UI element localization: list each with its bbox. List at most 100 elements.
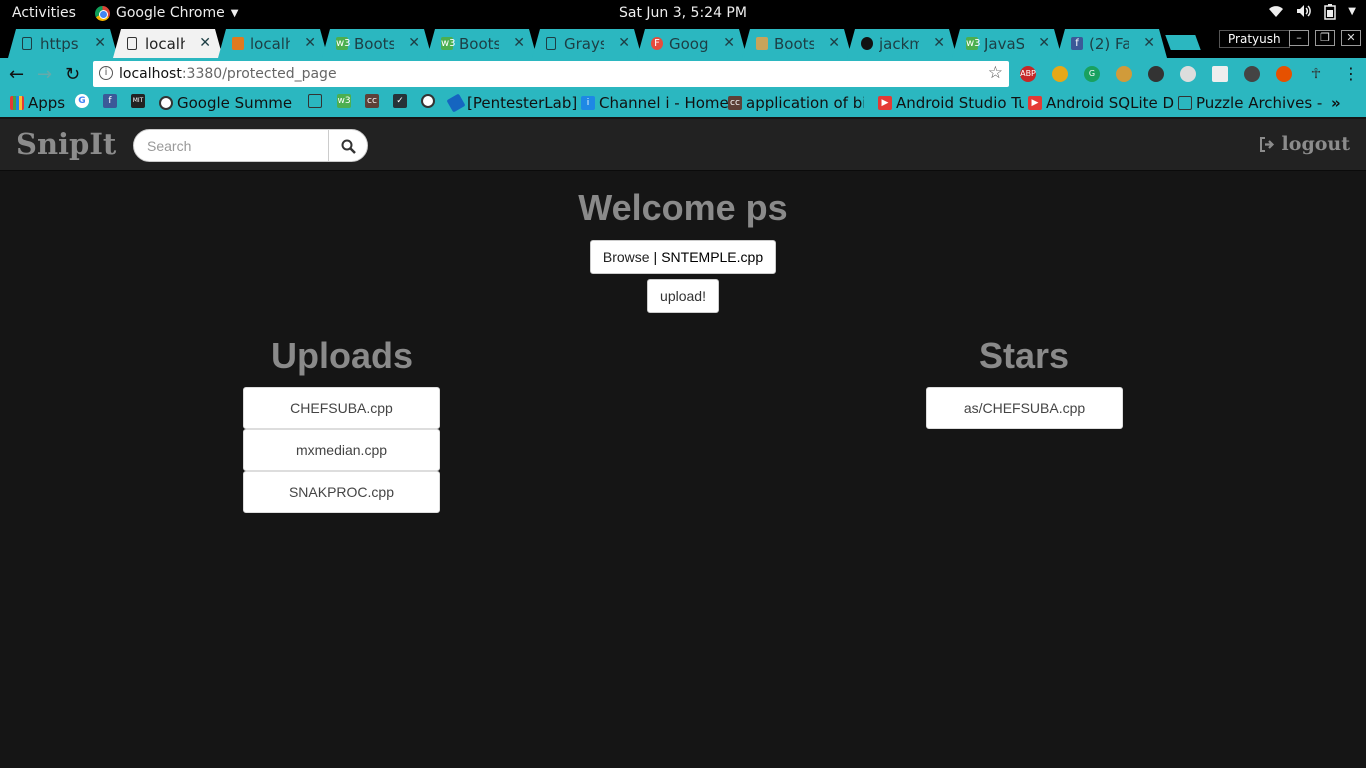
browser-tab[interactable]: F Google ✕ [637,29,747,58]
bookmark-spoj[interactable] [421,94,435,108]
bookmark-channel-i[interactable]: i Channel i - Home [581,94,729,112]
doc-icon [1178,96,1192,110]
url-text[interactable]: localhost:3380/protected_page [119,66,337,82]
facebook-icon: f [103,94,117,108]
bookmark-w3schools[interactable]: w3 [337,94,351,108]
close-icon[interactable]: ✕ [723,35,735,51]
browser-tab[interactable]: f (2) Facebook ✕ [1057,29,1167,58]
close-icon[interactable]: ✕ [618,35,630,51]
w3schools-icon: w3 [966,38,981,49]
bookmark-facebook[interactable]: f [103,94,117,108]
stars-heading: Stars [978,335,1070,376]
mit-ocw-icon: MIT [131,94,145,108]
doc-icon [308,94,322,108]
file-chooser[interactable]: Browse | SNTEMPLE.cpp [590,240,776,274]
close-icon[interactable]: ✕ [1038,35,1050,51]
bookmark-cc[interactable]: cc [365,94,379,108]
browser-tab[interactable]: localhost ✕ [218,29,328,58]
new-tab-button[interactable] [1165,35,1201,50]
bookmark-puzzle-archives[interactable]: Puzzle Archives - [1178,94,1334,112]
browser-tab[interactable]: https:/ ✕ [8,29,118,58]
forward-arrow-icon[interactable]: → [37,64,52,85]
wifi-icon [1268,4,1284,24]
starred-item[interactable]: as/CHEFSUBA.cpp [926,387,1123,429]
search-input[interactable] [133,129,329,162]
close-icon[interactable]: ✕ [828,35,840,51]
bookmark-pentesterlab[interactable]: [PentesterLab] [446,93,577,113]
bookmark-google[interactable]: G [75,94,89,108]
extension-circle-icon[interactable] [1180,66,1196,82]
extension-page-icon[interactable] [1212,66,1228,82]
close-icon[interactable]: ✕ [1143,35,1155,51]
channel-i-icon: i [581,96,595,110]
browser-tab[interactable]: jackmoore ✕ [847,29,957,58]
browser-tab-active[interactable]: localhost ✕ [113,29,223,58]
clock[interactable]: Sat Jun 3, 5:24 PM [619,5,747,21]
close-window-button[interactable]: ✕ [1341,30,1361,46]
youtube-icon: ▶ [878,96,892,110]
bookmark-doc[interactable] [308,94,322,108]
activities-button[interactable]: Activities [12,5,76,21]
close-icon[interactable]: ✕ [513,35,525,51]
close-icon[interactable]: ✕ [933,35,945,51]
bookmark-android-sqlite[interactable]: ▶ Android SQLite Database [1028,94,1174,112]
info-icon[interactable]: i [99,66,113,80]
bookmark-mit-ocw[interactable]: MIT [131,94,145,108]
doc-icon [546,37,556,50]
firebase-icon: F [651,37,663,50]
star-icon[interactable]: ☆ [988,63,1003,83]
tab-title: https:/ [40,34,79,53]
gsoc-icon [159,96,173,110]
browser-tab[interactable]: Bootstrap ✕ [742,29,852,58]
pocket-icon[interactable] [1244,66,1260,82]
record-icon[interactable] [1148,66,1164,82]
menu-kebab-icon[interactable]: ⋮ [1343,64,1359,83]
youtube-icon: ▶ [1028,96,1042,110]
upload-item[interactable]: mxmedian.cpp [243,429,440,471]
welcome-heading: Welcome ps [578,187,788,228]
restore-button[interactable]: ❐ [1315,30,1335,46]
sign-out-icon [1259,136,1274,152]
extension-ankh-icon[interactable]: ☥ [1308,66,1324,82]
battery-icon [1324,4,1337,24]
bookmark-codeforces[interactable]: ✓ [393,94,407,108]
back-arrow-icon[interactable]: ← [9,64,24,85]
browser-tab[interactable]: w3 JavaScript ✕ [952,29,1062,58]
logout-link[interactable]: logout [1259,133,1350,155]
doc-icon [22,37,32,50]
bookmarks-overflow-icon[interactable]: » [1331,94,1341,112]
adblock-icon[interactable]: ABP [1020,66,1036,82]
close-icon[interactable]: ✕ [304,35,316,51]
tab-title: JavaScript [984,34,1024,53]
extension-fire-icon[interactable] [1276,66,1292,82]
upload-item[interactable]: SNAKPROC.cpp [243,471,440,513]
browse-label: Browse [602,249,650,265]
gnome-top-bar: Activities Google Chrome ▼ Sat Jun 3, 5:… [0,0,1366,27]
minimize-button[interactable]: – [1289,30,1309,46]
brand-logo[interactable]: SnipIt [16,127,116,161]
upload-item[interactable]: CHEFSUBA.cpp [243,387,440,429]
close-icon[interactable]: ✕ [408,35,420,51]
bookmark-android-studio[interactable]: ▶ Android Studio Tutorial [878,94,1024,112]
reload-icon[interactable]: ↻ [65,64,80,85]
address-bar[interactable]: i localhost:3380/protected_page ☆ [93,61,1009,87]
extension-bowl-icon[interactable] [1052,66,1068,82]
upload-button[interactable]: upload! [647,279,719,313]
close-icon[interactable]: ✕ [94,35,106,51]
app-menu[interactable]: Google Chrome ▼ [95,5,238,21]
bookmark-apps[interactable]: Apps [10,94,65,112]
bookmark-gsoc[interactable]: Google Summer of Code [159,94,292,112]
browser-tab[interactable]: w3 Bootstrap ✕ [322,29,432,58]
search-button[interactable] [328,129,368,162]
xampp-icon [232,37,244,50]
cookie-icon[interactable] [1116,66,1132,82]
profile-button[interactable]: Pratyush [1219,30,1290,48]
system-tray[interactable]: ▼ [1268,4,1356,24]
browser-tab[interactable]: w3 Bootstrap ✕ [427,29,537,58]
close-icon[interactable]: ✕ [199,35,211,51]
bookmark-bitwise[interactable]: cc application of bitwise [728,94,864,112]
grammarly-icon[interactable]: G [1084,66,1100,82]
tab-title: (2) Facebook [1089,34,1129,53]
caret-down-icon: ▼ [230,7,239,19]
browser-tab[interactable]: Grayscale ✕ [532,29,642,58]
